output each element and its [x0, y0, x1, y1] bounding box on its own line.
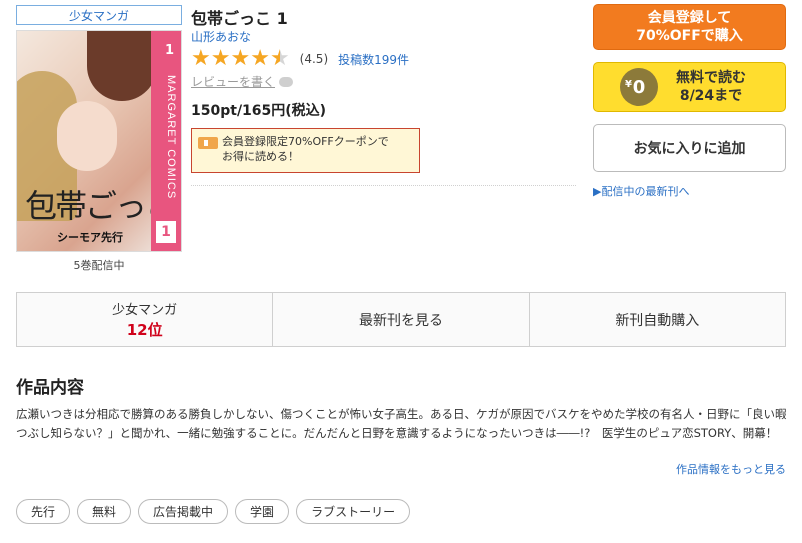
tag[interactable]: 無料 — [77, 499, 132, 524]
ranking-genre-label: 少女マンガ — [112, 303, 178, 318]
register-purchase-button[interactable]: 会員登録して 70%OFFで購入 — [593, 4, 786, 50]
genre-badge[interactable]: 少女マンガ — [16, 5, 182, 25]
free-read-line1: 無料で読む — [676, 70, 746, 86]
cover-art-hair-dark — [87, 31, 157, 101]
add-favorite-button[interactable]: お気に入りに追加 — [593, 124, 786, 172]
synopsis: 広瀬いつきは分相応で勝算のある勝負しかしない、傷つくことが怖い女子高生。ある日、… — [16, 407, 787, 440]
cover-imprint: シーモア先行 — [57, 231, 123, 244]
price: 150pt/165円(税込) — [191, 103, 327, 119]
coupon-text-line2: お得に読める！ — [222, 150, 299, 163]
free-read-line2: 8/24まで — [679, 88, 743, 104]
star-icon: ★ — [191, 46, 211, 71]
write-review-link[interactable]: レビューを書く — [191, 73, 294, 90]
tag[interactable]: ラブストーリー — [296, 499, 411, 524]
cover-art-face — [57, 101, 117, 171]
rating-score: (4.5) — [299, 52, 329, 66]
ranking-value: 12位 — [126, 321, 163, 339]
coin-value: 0 — [632, 76, 646, 98]
action-bar: 少女マンガ 12位 最新刊を見る 新刊自動購入 — [16, 292, 786, 347]
section-title: 作品内容 — [16, 378, 84, 398]
register-button-line2: 70%OFFで購入 — [636, 28, 743, 44]
book-title: 包帯ごっこ 1 — [191, 9, 288, 28]
free-read-text: 無料で読む 8/24まで — [676, 69, 746, 105]
speech-bubble-icon — [279, 76, 294, 87]
rating-stars: ★ ★ ★ ★ ★ — [191, 48, 290, 70]
rating-row: ★ ★ ★ ★ ★ (4.5) 投稿数199件 — [191, 48, 409, 70]
star-icon: ★ — [269, 46, 290, 71]
zero-yen-coin-icon: ¥ 0 — [620, 68, 658, 106]
genre-ranking[interactable]: 少女マンガ 12位 — [17, 293, 274, 346]
cover-spine-label: MARGARET COMICS — [165, 75, 177, 200]
more-info-link[interactable]: 作品情報をもっと見る — [676, 461, 786, 477]
free-read-button[interactable]: ¥ 0 無料で読む 8/24まで — [593, 62, 786, 112]
latest-volume-link[interactable]: ▶配信中の最新刊へ — [593, 183, 689, 199]
coupon-text-line1: 会員登録限定70%OFFクーポンで — [222, 135, 389, 148]
volumes-available: 5巻配信中 — [73, 259, 125, 272]
tag-list: 先行 無料 広告掲載中 学園 ラブストーリー — [16, 499, 411, 524]
star-icon: ★ — [210, 46, 231, 71]
tag[interactable]: 学園 — [235, 499, 290, 524]
write-review-label: レビューを書く — [191, 75, 276, 89]
star-icon: ★ — [230, 46, 251, 71]
tag[interactable]: 広告掲載中 — [138, 499, 229, 524]
coupon-ticket-icon — [198, 137, 218, 149]
view-latest-button[interactable]: 最新刊を見る — [273, 293, 530, 346]
author-link[interactable]: 山形あおな — [191, 28, 251, 45]
divider — [191, 185, 576, 186]
register-button-line1: 会員登録して — [647, 10, 732, 26]
yen-symbol: ¥ — [625, 79, 632, 90]
tag[interactable]: 先行 — [16, 499, 71, 524]
coupon-notice[interactable]: 会員登録限定70%OFFクーポンで お得に読める！ — [191, 128, 420, 173]
cover-volume-number: 1 — [156, 221, 176, 243]
review-count-link[interactable]: 投稿数199件 — [338, 51, 409, 68]
auto-purchase-button[interactable]: 新刊自動購入 — [530, 293, 785, 346]
cover-spine-number: 1 — [164, 43, 174, 58]
star-icon: ★ — [250, 46, 270, 71]
book-cover[interactable]: 包帯ごっこ シーモア先行 1 MARGARET COMICS 1 — [16, 30, 182, 252]
